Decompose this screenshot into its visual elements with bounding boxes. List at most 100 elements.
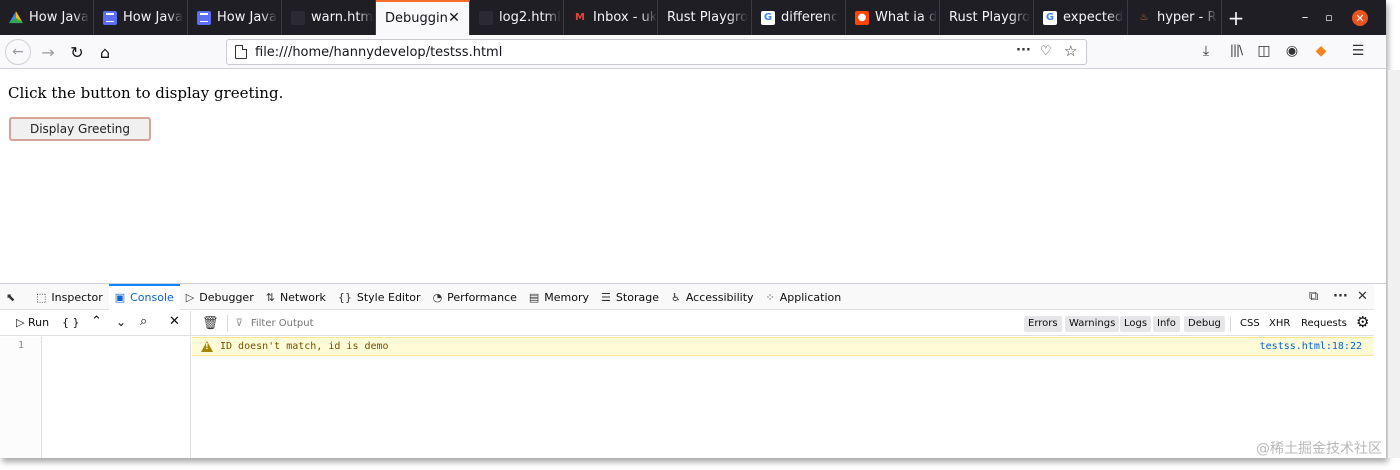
- trash-icon[interactable]: 🗑: [202, 316, 219, 331]
- filter-debug-button[interactable]: Debug: [1184, 316, 1225, 332]
- pretty-print-button[interactable]: { }: [62, 316, 80, 329]
- run-button[interactable]: ▷ Run: [16, 316, 49, 329]
- reload-button[interactable]: ↻: [64, 39, 90, 65]
- filter-warnings-button[interactable]: Warnings: [1065, 316, 1120, 332]
- devtools-tab-application[interactable]: ⁘ Application: [760, 284, 848, 310]
- devtools-tab-accessibility[interactable]: ♿ Accessibility: [665, 284, 760, 310]
- network-icon: ⇅: [265, 290, 275, 304]
- devtools-tab-console[interactable]: ▣ Console: [108, 284, 180, 310]
- page-actions-icon[interactable]: ···: [1016, 43, 1031, 58]
- browser-window: How Java How Java How Java warn.htm Debuggin…: [0, 0, 1386, 458]
- line-number: 1: [18, 340, 25, 351]
- tab-strip: How Java How Java How Java warn.htm Debuggin…: [0, 0, 1386, 35]
- devtools-tab-label: Style Editor: [356, 290, 421, 304]
- filter-requests-button[interactable]: Requests: [1301, 316, 1347, 332]
- editor-toolbar: ▷ Run { } ⌃ ⌄ ⌕ ✕: [0, 311, 191, 336]
- devtools-tab-performance[interactable]: ◔ Performance: [427, 284, 523, 310]
- address-bar[interactable]: file:///home/hannydevelop/testss.html ··…: [226, 39, 1087, 65]
- browser-tab[interactable]: warn.htm: [282, 0, 376, 35]
- style-editor-icon: {}: [337, 290, 352, 304]
- page-icon: [235, 45, 247, 59]
- devtools-tab-label: Storage: [615, 290, 659, 304]
- restore-button[interactable]: ▫: [1314, 0, 1344, 35]
- library-icon[interactable]: |||\: [1227, 43, 1245, 57]
- play-icon: ▷: [16, 316, 25, 329]
- browser-tab[interactable]: Rust Playgro: [658, 0, 752, 35]
- browser-tab[interactable]: How Java: [0, 0, 94, 35]
- browser-tab[interactable]: How Java: [188, 0, 282, 35]
- tab-active[interactable]: Debuggin ✕: [376, 0, 470, 35]
- page-content: Click the button to display greeting. Di…: [0, 70, 1386, 283]
- element-picker-button[interactable]: ⬉: [0, 284, 30, 310]
- storage-icon: ☰: [601, 290, 611, 304]
- metamask-icon[interactable]: ◆: [1312, 43, 1330, 59]
- browser-tab[interactable]: ● What ia d: [846, 0, 940, 35]
- browser-tab[interactable]: M Inbox - uk: [564, 0, 658, 35]
- forward-button[interactable]: →: [35, 39, 61, 65]
- sidebar-icon[interactable]: ◫: [1255, 43, 1273, 59]
- filter-logs-button[interactable]: Logs: [1120, 316, 1152, 332]
- tab-title: warn.htm: [311, 10, 374, 25]
- devtools-tab-debugger[interactable]: ▷ Debugger: [180, 284, 260, 310]
- browser-tab[interactable]: ♨ hyper - R: [1128, 0, 1222, 35]
- line-gutter: 1: [0, 337, 42, 458]
- browser-tab[interactable]: How Java: [94, 0, 188, 35]
- devtools-options-icon[interactable]: ···: [1333, 289, 1348, 304]
- new-tab-button[interactable]: +: [1222, 0, 1250, 35]
- github-icon: [479, 10, 493, 25]
- filter-xhr-button[interactable]: XHR: [1269, 316, 1290, 332]
- devtools-tab-label: Application: [779, 290, 842, 304]
- display-greeting-button[interactable]: Display Greeting: [9, 117, 151, 141]
- google-icon: G: [761, 10, 775, 25]
- vertical-scrollbar[interactable]: [1388, 70, 1400, 458]
- tab-title: hyper - R: [1157, 10, 1217, 25]
- greeting-instructions: Click the button to display greeting.: [8, 84, 284, 102]
- devtools-tab-style-editor[interactable]: {} Style Editor: [332, 284, 427, 310]
- accessibility-icon: ♿: [670, 290, 681, 304]
- github-icon: [291, 10, 305, 25]
- filter-info-button[interactable]: Info: [1153, 316, 1180, 332]
- pocket-icon[interactable]: ♡: [1040, 44, 1052, 59]
- menu-icon[interactable]: ☰: [1349, 43, 1367, 59]
- tab-title: Rust Playgro: [667, 10, 749, 25]
- message-source-link[interactable]: testss.html:18:22: [1260, 341, 1362, 352]
- run-label: Run: [27, 316, 50, 329]
- back-button[interactable]: ←: [5, 39, 31, 65]
- tab-close-icon[interactable]: ✕: [447, 11, 461, 25]
- filter-divider: [1230, 317, 1231, 331]
- url-text[interactable]: file:///home/hannydevelop/testss.html: [255, 45, 502, 60]
- devtools-tab-inspector[interactable]: ⬚ Inspector: [30, 284, 109, 310]
- tab-title: How Java: [29, 10, 89, 25]
- filter-errors-button[interactable]: Errors: [1024, 316, 1062, 332]
- devtools-tab-memory[interactable]: ▤ Memory: [523, 284, 595, 310]
- filter-css-button[interactable]: CSS: [1240, 316, 1260, 332]
- filter-area: 🗑 ⊽: [192, 311, 1022, 336]
- filter-output-input[interactable]: [250, 318, 551, 329]
- bookmark-star-icon[interactable]: ☆: [1064, 42, 1077, 60]
- history-up-icon[interactable]: ⌃: [91, 314, 102, 329]
- browser-tab[interactable]: Gdifferenc: [752, 0, 846, 35]
- devtools-tabs: ⬚ Inspector ▣ Console ▷ Debugger ⇅ Network {} Sty…: [30, 284, 848, 310]
- account-icon[interactable]: ◉: [1283, 43, 1301, 59]
- dock-icon[interactable]: ⧉: [1309, 289, 1318, 304]
- close-editor-icon[interactable]: ✕: [169, 314, 180, 329]
- console-settings-icon[interactable]: ⚙: [1356, 314, 1369, 330]
- reload-icon: ↻: [70, 42, 84, 62]
- devtools-close-icon[interactable]: ✕: [1357, 289, 1368, 304]
- google-icon: G: [1043, 10, 1057, 25]
- window-close-button[interactable]: ✕: [1352, 10, 1368, 26]
- browser-tab[interactable]: Gexpected: [1034, 0, 1128, 35]
- console-editor[interactable]: 1: [0, 337, 191, 458]
- filter-divider: [226, 315, 228, 332]
- history-down-icon[interactable]: ⌄: [116, 315, 126, 329]
- reverse-search-icon[interactable]: ⌕: [140, 314, 147, 329]
- devtools-toolbar: ⬉ ⬚ Inspector ▣ Console ▷ Debugger ⇅ Network {} S…: [0, 284, 1374, 310]
- reddit-icon: ●: [855, 10, 869, 25]
- home-button[interactable]: ⌂: [92, 39, 118, 65]
- browser-tab[interactable]: log2.html: [470, 0, 564, 35]
- browser-tab[interactable]: Rust Playgro: [940, 0, 1034, 35]
- downloads-icon[interactable]: ⤓: [1197, 43, 1215, 59]
- devtools-tab-storage[interactable]: ☰ Storage: [595, 284, 665, 310]
- devtools-tab-network[interactable]: ⇅ Network: [260, 284, 332, 310]
- drive-icon: [9, 11, 23, 24]
